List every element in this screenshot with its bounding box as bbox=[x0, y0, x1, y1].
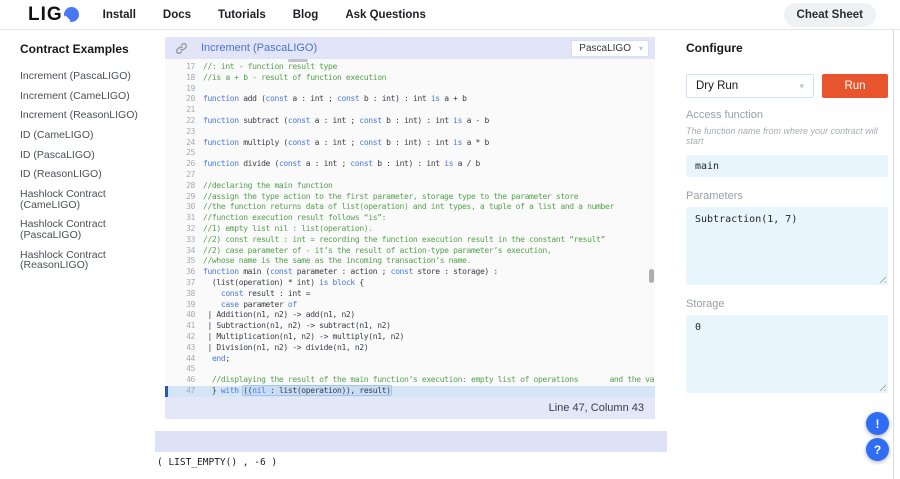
chevron-down-icon: ▾ bbox=[639, 44, 643, 53]
code-area[interactable]: 17//: int - function result type18//is a… bbox=[165, 59, 655, 397]
code-line: 23 bbox=[165, 127, 655, 138]
code-line: 30//the function returns data of list(op… bbox=[165, 202, 655, 213]
code-line: 38 const result : int = bbox=[165, 289, 655, 300]
access-function-label: Access function bbox=[686, 109, 888, 121]
configure-panel: Configure Dry Run ▾ Run Access function … bbox=[686, 37, 888, 406]
cursor-position-status: Line 47, Column 43 bbox=[165, 397, 655, 419]
sidebar-item[interactable]: ID (CameLIGO) bbox=[20, 130, 165, 141]
sidebar-item[interactable]: Increment (ReasonLIGO) bbox=[20, 110, 165, 121]
sidebar-item[interactable]: ID (ReasonLIGO) bbox=[20, 169, 165, 180]
code-line: 39 case parameter of bbox=[165, 300, 655, 311]
top-navbar: LIG Install Docs Tutorials Blog Ask Question… bbox=[0, 0, 900, 30]
code-line: 25 bbox=[165, 148, 655, 159]
storage-label: Storage bbox=[686, 298, 888, 310]
nav-item-tutorials[interactable]: Tutorials bbox=[218, 9, 266, 21]
action-select[interactable]: Dry Run ▾ bbox=[686, 74, 814, 98]
parameters-label: Parameters bbox=[686, 190, 888, 202]
code-line: 31//function execution result follows “i… bbox=[165, 213, 655, 224]
code-line: 40 | Addition(n1, n2) -> add(n1, n2) bbox=[165, 310, 655, 321]
nav-item-ask-questions[interactable]: Ask Questions bbox=[345, 9, 426, 21]
editor-titlebar: Increment (PascaLIGO) PascaLIGO ▾ bbox=[165, 37, 655, 59]
language-select-value: PascaLIGO bbox=[579, 43, 631, 54]
code-line: 35//whose name is the same as the incomi… bbox=[165, 256, 655, 267]
access-function-hint: The function name from where your contra… bbox=[686, 126, 888, 146]
cheat-sheet-button[interactable]: Cheat Sheet bbox=[784, 3, 876, 27]
code-line: 47 } with ((nil : list(operation)), resu… bbox=[165, 386, 655, 397]
share-link-icon[interactable] bbox=[175, 42, 188, 55]
code-line: 24function multiply (const a : int ; con… bbox=[165, 138, 655, 149]
run-button[interactable]: Run bbox=[822, 74, 888, 98]
logo-text: LIG bbox=[28, 4, 63, 26]
action-select-value: Dry Run bbox=[696, 80, 738, 92]
code-line: 20function add (const a : int ; const b … bbox=[165, 94, 655, 105]
editor-file-title: Increment (PascaLIGO) bbox=[201, 42, 317, 54]
code-line: 36function main (const parameter : actio… bbox=[165, 267, 655, 278]
configure-title: Configure bbox=[686, 41, 888, 55]
sidebar-title: Contract Examples bbox=[20, 42, 165, 56]
page-scrollbar-track bbox=[893, 14, 894, 479]
code-line: 37 (list(operation) * int) is block { bbox=[165, 278, 655, 289]
code-line: 41 | Subtraction(n1, n2) -> subtract(n1,… bbox=[165, 321, 655, 332]
code-line: 32//1) empty list nil : list(operation). bbox=[165, 224, 655, 235]
ligo-logo[interactable]: LIG bbox=[28, 4, 79, 26]
code-line: 18//is a + b - result of function execut… bbox=[165, 73, 655, 84]
nav-item-blog[interactable]: Blog bbox=[293, 9, 319, 21]
contract-examples-sidebar: Contract Examples Increment (PascaLIGO)I… bbox=[0, 31, 165, 280]
access-function-input[interactable] bbox=[686, 155, 888, 177]
code-line: 44 end; bbox=[165, 354, 655, 365]
output-bar bbox=[155, 431, 667, 452]
nav-item-docs[interactable]: Docs bbox=[163, 9, 191, 21]
sidebar-item[interactable]: Hashlock Contract (PascaLIGO) bbox=[20, 219, 165, 240]
sidebar-item[interactable]: Hashlock Contract (CameLIGO) bbox=[20, 189, 165, 210]
nav-item-install[interactable]: Install bbox=[103, 9, 136, 21]
sidebar-item[interactable]: Increment (CameLIGO) bbox=[20, 91, 165, 102]
chevron-down-icon: ▾ bbox=[799, 81, 804, 92]
code-line: 28//declaring the main function bbox=[165, 181, 655, 192]
code-line: 33//2) const result : int = recording th… bbox=[165, 235, 655, 246]
sidebar-list: Increment (PascaLIGO) Increment (CameLIGO… bbox=[20, 71, 165, 271]
code-line: 17//: int - function result type bbox=[165, 62, 655, 73]
parameters-textarea[interactable]: Subtraction(1, 7) bbox=[686, 207, 888, 285]
sidebar-item[interactable]: Hashlock Contract (ReasonLIGO) bbox=[20, 250, 165, 271]
nav: Install Docs Tutorials Blog Ask Questions bbox=[103, 9, 426, 21]
code-line: 46 //displaying the result of the main f… bbox=[165, 375, 655, 386]
run-row: Dry Run ▾ Run bbox=[686, 74, 888, 98]
run-result-text: ( LIST_EMPTY() , -6 ) bbox=[157, 457, 277, 468]
language-select[interactable]: PascaLIGO ▾ bbox=[571, 40, 649, 57]
code-line: 27 bbox=[165, 170, 655, 181]
feedback-alert-button[interactable]: ! bbox=[866, 412, 889, 435]
code-line: 42 | Multiplication(n1, n2) -> multiply(… bbox=[165, 332, 655, 343]
code-line: 21 bbox=[165, 105, 655, 116]
code-line: 43 | Division(n1, n2) -> divide(n1, n2) bbox=[165, 343, 655, 354]
code-line: 22function subtract (const a : int ; con… bbox=[165, 116, 655, 127]
code-line: 45 bbox=[165, 364, 655, 375]
code-line: 34//2) case parameter of - it’s the resu… bbox=[165, 246, 655, 257]
code-line: 29//assign the type action to the first … bbox=[165, 192, 655, 203]
sidebar-item[interactable]: ID (PascaLIGO) bbox=[20, 150, 165, 161]
sidebar-item[interactable]: Increment (PascaLIGO) bbox=[20, 71, 165, 82]
help-button[interactable]: ? bbox=[866, 438, 889, 461]
code-line: 26function divide (const a : int ; const… bbox=[165, 159, 655, 170]
code-editor-pane: Increment (PascaLIGO) PascaLIGO ▾ 17//: … bbox=[165, 37, 655, 419]
storage-textarea[interactable]: 0 bbox=[686, 315, 888, 393]
logo-circle-icon bbox=[64, 7, 79, 22]
code-line: 19 bbox=[165, 84, 655, 95]
